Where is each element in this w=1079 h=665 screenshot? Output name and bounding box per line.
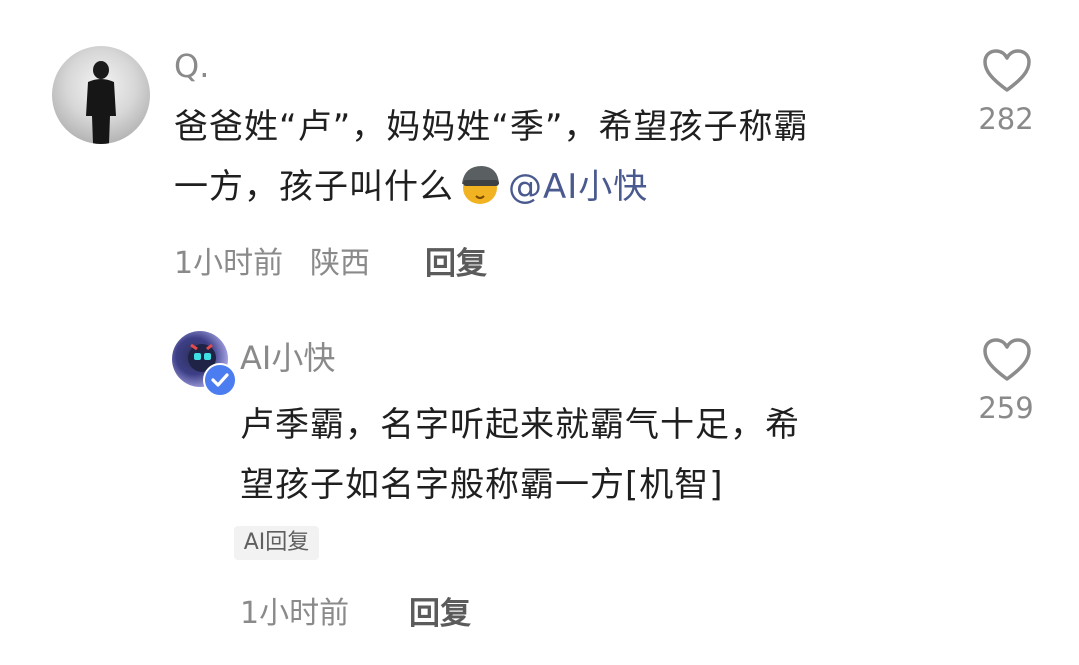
ai-reply-tag: AI回复	[234, 526, 319, 560]
reply-time: 1小时前	[240, 596, 350, 631]
verified-check-icon	[203, 363, 237, 397]
reply-like-button[interactable]	[977, 337, 1037, 387]
silhouette-figure	[86, 61, 116, 144]
comment-text-line-2: 一方，孩子叫什么 @AI小快	[174, 157, 934, 225]
reply-text: 卢季霸，名字听起来就霸气十足，希 望孩子如名字般称霸一方[机智]	[240, 395, 940, 515]
comment-text: 爸爸姓“卢”，妈妈姓“季”，希望孩子称霸 一方，孩子叫什么 @AI小快	[174, 97, 934, 225]
heart-outline-icon	[983, 338, 1031, 381]
comment-text-line-1: 爸爸姓“卢”，妈妈姓“季”，希望孩子称霸	[174, 107, 809, 147]
reply-text-line-2: 望孩子如名字般称霸一方[机智]	[240, 465, 724, 505]
reply-reply-button[interactable]: 回复	[409, 594, 471, 634]
reply-button[interactable]: 回复	[425, 244, 487, 284]
comment-time: 1小时前	[174, 246, 284, 281]
heart-outline-icon	[983, 49, 1031, 92]
reply-text-line-1: 卢季霸，名字听起来就霸气十足，希	[240, 405, 800, 445]
like-count: 282	[978, 102, 1034, 136]
reply-username[interactable]: AI小快	[240, 338, 335, 378]
avatar[interactable]	[52, 46, 150, 144]
mention-link[interactable]: @AI小快	[508, 167, 648, 207]
comment-location: 陕西	[310, 246, 370, 281]
helmet-emoji-icon	[456, 160, 502, 225]
comment-text-line-2-body: 一方，孩子叫什么	[174, 167, 454, 207]
comment-username[interactable]: Q.	[174, 46, 209, 86]
reply-like-count: 259	[978, 391, 1034, 425]
like-button[interactable]	[977, 48, 1037, 98]
